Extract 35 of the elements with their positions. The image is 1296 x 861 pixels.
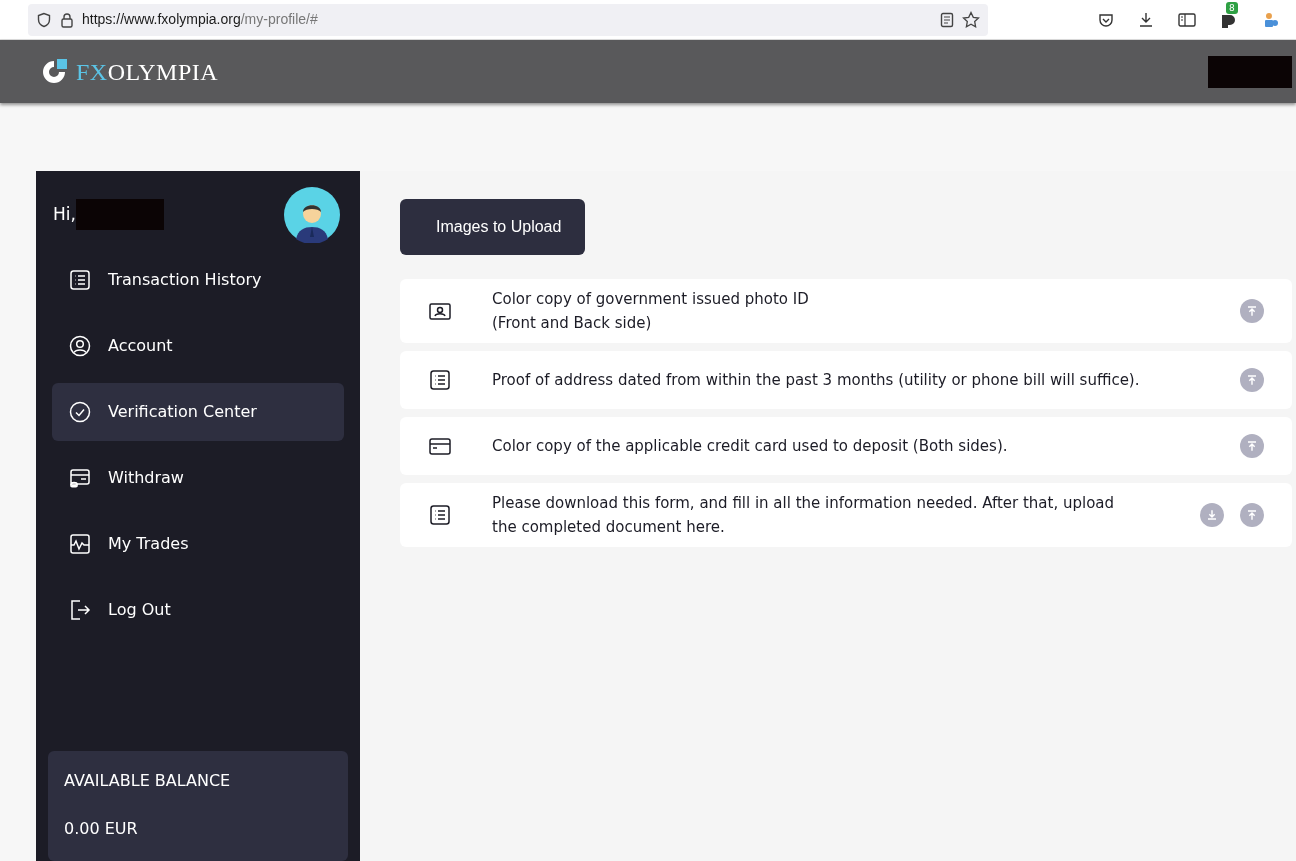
logout-icon [68,598,92,622]
star-icon[interactable] [962,10,980,29]
images-upload-button[interactable]: Images to Upload [400,199,586,255]
puzzle-icon[interactable] [1262,10,1280,29]
lock-icon [60,11,74,28]
chart-icon [68,532,92,556]
download-icon[interactable] [1138,11,1154,28]
pocket-icon[interactable] [1098,11,1114,28]
check-circle-icon [68,400,92,424]
avatar-icon [284,186,340,243]
sidebar-item[interactable]: Transaction History [52,251,344,309]
list-icon [428,368,452,392]
logo-icon [40,57,68,86]
list-icon [428,503,452,527]
extension-badge: 8 [1226,1,1238,14]
sidebar-item[interactable]: Account [52,317,344,375]
balance-label: AVAILABLE BALANCE [64,770,232,792]
sidebar-item[interactable]: Withdraw [52,449,344,507]
document-description: Color copy of the applicable credit card used to deposit (Both sides). [492,436,1008,457]
logo-text: FXOLYMPIA [76,57,219,87]
wallet-icon [68,466,92,490]
sidebar-item[interactable]: Verification Center [52,383,344,441]
reader-icon[interactable] [940,11,954,28]
sidebar-item[interactable]: Log Out [52,581,344,639]
sidebar-item[interactable]: My Trades [52,515,344,573]
document-description: Please download this form, and fill in all the information needed. After that, upload the completed document here. [492,493,1115,538]
balance-value: 0.00 EUR [64,818,139,840]
url-text[interactable]: https://www.fxolympia.org/my-profile/# [82,8,318,31]
user-circle-icon [68,334,92,358]
shield-icon[interactable] [36,11,52,28]
document-description: Proof of address dated from within the past 3 months (utility or phone bill will suffice). [492,370,1140,391]
sidebar-icon[interactable] [1178,11,1196,28]
greeting-text: Hi, [53,202,76,226]
document-description: Color copy of government issued photo ID (Front and Back side) [492,289,809,334]
list-icon [68,268,92,292]
